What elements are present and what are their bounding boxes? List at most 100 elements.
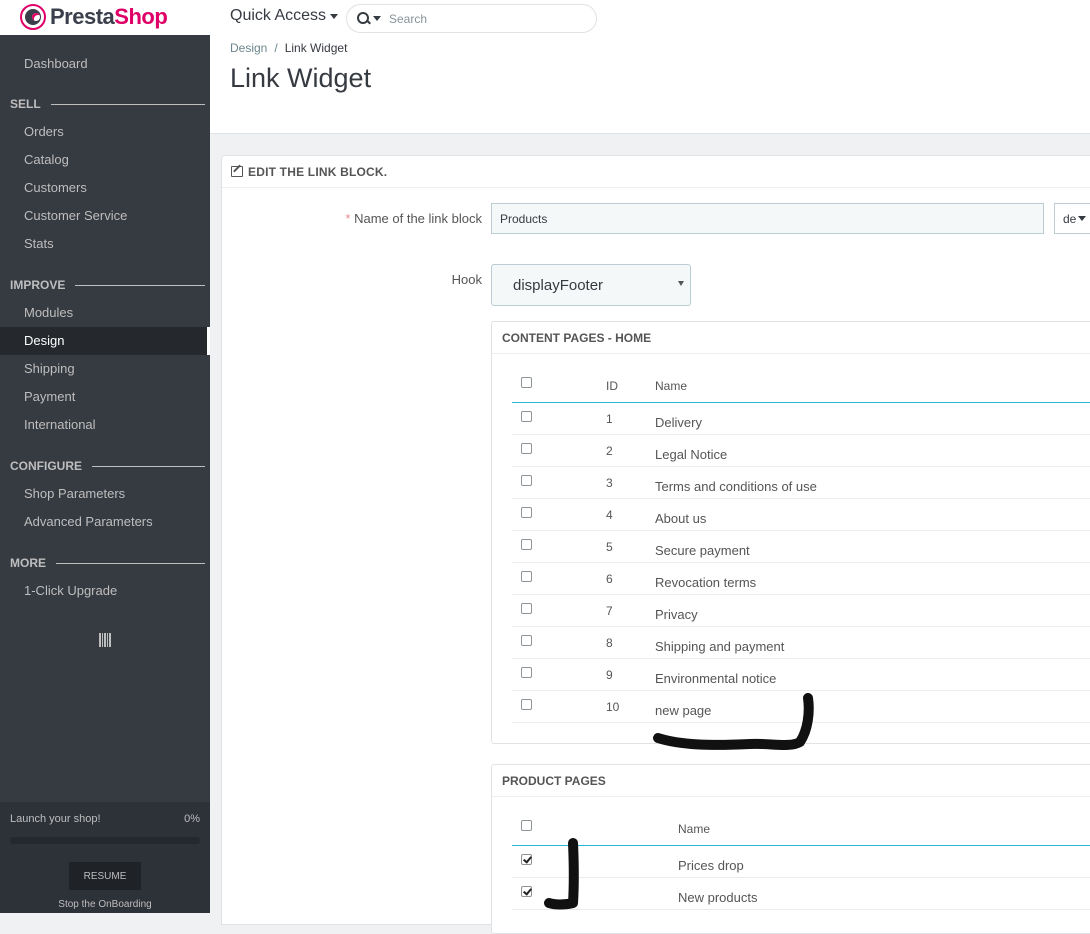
hook-select[interactable]: displayFooter <box>491 264 691 306</box>
sidebar-item-customers[interactable]: Customers <box>0 174 210 202</box>
quick-access-dropdown[interactable]: Quick Access <box>230 7 339 25</box>
cell-id: 5 <box>606 540 613 554</box>
sidebar-item-stats[interactable]: Stats <box>0 230 210 258</box>
table-row: 2 Legal Notice <box>512 435 1090 467</box>
col-name-header: Name <box>655 379 688 393</box>
sidebar-section-configure: CONFIGURE <box>0 452 210 480</box>
sidebar-section-more: MORE <box>0 549 210 577</box>
content-pages-title: CONTENT PAGES - HOME <box>492 322 1090 354</box>
language-dropdown[interactable]: de <box>1054 203 1090 234</box>
row-checkbox[interactable] <box>521 667 532 678</box>
sidebar-item-design[interactable]: Design <box>0 327 210 355</box>
hook-label: Hook <box>451 272 482 287</box>
product-pages-title: PRODUCT PAGES <box>492 765 1090 797</box>
select-all-checkbox[interactable] <box>521 377 532 388</box>
table-row: Prices drop <box>512 846 1090 878</box>
sidebar-item-shop-parameters[interactable]: Shop Parameters <box>0 480 210 508</box>
row-checkbox[interactable] <box>521 507 532 518</box>
resume-button[interactable]: RESUME <box>69 862 141 890</box>
stop-onboarding-link[interactable]: Stop the OnBoarding <box>0 899 210 910</box>
content-pages-table: ID Name 1 Delivery 2 Legal Notice 3 Terms a… <box>512 366 1090 723</box>
search-icon <box>357 12 370 25</box>
breadcrumb-link-design[interactable]: Design <box>230 41 267 55</box>
sidebar-item-orders[interactable]: Orders <box>0 118 210 146</box>
table-row: 7 Privacy <box>512 595 1090 627</box>
breadcrumb: Design / Link Widget <box>230 41 347 55</box>
col-name-header: Name <box>678 822 711 836</box>
cell-id: 1 <box>606 412 613 426</box>
chevron-down-icon <box>330 13 339 19</box>
sidebar-item-payment[interactable]: Payment <box>0 383 210 411</box>
table-row: 9 Environmental notice <box>512 659 1090 691</box>
edit-link-block-panel: EDIT THE LINK BLOCK. * Name of the link … <box>221 155 1090 934</box>
table-row: New products <box>512 878 1090 910</box>
content-pages-panel: CONTENT PAGES - HOME ID Name 1 Delivery 2… <box>491 321 1090 744</box>
row-checkbox[interactable] <box>521 635 532 646</box>
row-checkbox[interactable] <box>521 854 532 865</box>
chevron-down-icon <box>373 16 381 21</box>
cell-id: 10 <box>606 700 620 714</box>
row-checkbox[interactable] <box>521 603 532 614</box>
cell-name: Secure payment <box>655 543 750 558</box>
logo-text-shop: Shop <box>114 4 168 29</box>
select-all-checkbox[interactable] <box>521 820 532 831</box>
table-row: 8 Shipping and payment <box>512 627 1090 659</box>
row-checkbox[interactable] <box>521 886 532 897</box>
collapse-menu-icon[interactable] <box>99 633 111 647</box>
col-id-header: ID <box>606 379 618 393</box>
logo-text: PrestaShop <box>50 4 168 30</box>
cell-name: Terms and conditions of use <box>655 479 817 494</box>
section-title: CONFIGURE <box>10 459 82 473</box>
product-pages-table: Name Prices drop New products <box>512 809 1090 910</box>
cell-name: Privacy <box>655 607 698 622</box>
row-checkbox[interactable] <box>521 475 532 486</box>
breadcrumb-current: Link Widget <box>284 41 348 55</box>
page-title: Link Widget <box>230 63 372 93</box>
row-checkbox[interactable] <box>521 699 532 710</box>
table-header: ID Name <box>512 366 1090 403</box>
sidebar-section-sell: SELL <box>0 90 210 118</box>
sidebar: Dashboard SELL Orders Catalog Customers … <box>0 35 210 913</box>
table-row: 5 Secure payment <box>512 531 1090 563</box>
sidebar-item-modules[interactable]: Modules <box>0 299 210 327</box>
table-row: 3 Terms and conditions of use <box>512 467 1090 499</box>
row-checkbox[interactable] <box>521 411 532 422</box>
sidebar-item-international[interactable]: International <box>0 411 210 439</box>
top-header: PrestaShop Quick Access <box>0 0 1090 35</box>
panel-title: EDIT THE LINK BLOCK. <box>248 164 388 179</box>
cell-id: 3 <box>606 476 613 490</box>
breadcrumb-separator: / <box>274 41 278 55</box>
table-row: 6 Revocation terms <box>512 563 1090 595</box>
row-checkbox[interactable] <box>521 571 532 582</box>
search-input[interactable] <box>389 11 569 26</box>
language-value: de <box>1063 211 1077 226</box>
search-type-button[interactable] <box>347 12 389 25</box>
sidebar-item-dashboard[interactable]: Dashboard <box>0 50 210 78</box>
sidebar-item-advanced-parameters[interactable]: Advanced Parameters <box>0 508 210 536</box>
cell-id: 6 <box>606 572 613 586</box>
page-header: Design / Link Widget Link Widget <box>210 35 1090 134</box>
row-checkbox[interactable] <box>521 539 532 550</box>
link-block-name-input[interactable] <box>491 203 1044 234</box>
onboarding-label: Launch your shop! <box>10 813 101 825</box>
divider <box>50 103 205 105</box>
divider <box>92 465 205 467</box>
required-marker: * <box>345 211 351 226</box>
row-checkbox[interactable] <box>521 443 532 454</box>
cell-name: Prices drop <box>678 858 744 873</box>
sidebar-item-customer-service[interactable]: Customer Service <box>0 202 210 230</box>
cell-name: Delivery <box>655 415 702 430</box>
annotation-underline-scribble <box>653 693 814 751</box>
chevron-down-icon <box>1078 216 1087 221</box>
section-title: MORE <box>10 556 46 570</box>
sidebar-item-1-click-upgrade[interactable]: 1-Click Upgrade <box>0 577 210 605</box>
prestashop-logo[interactable]: PrestaShop <box>20 3 168 31</box>
search-bar <box>346 4 597 33</box>
annotation-hook-scribble <box>544 838 579 910</box>
hook-value: displayFooter <box>513 276 604 294</box>
cell-id: 9 <box>606 668 613 682</box>
cell-id: 4 <box>606 508 613 522</box>
sidebar-item-catalog[interactable]: Catalog <box>0 146 210 174</box>
cell-name: Legal Notice <box>655 447 728 462</box>
sidebar-item-shipping[interactable]: Shipping <box>0 355 210 383</box>
